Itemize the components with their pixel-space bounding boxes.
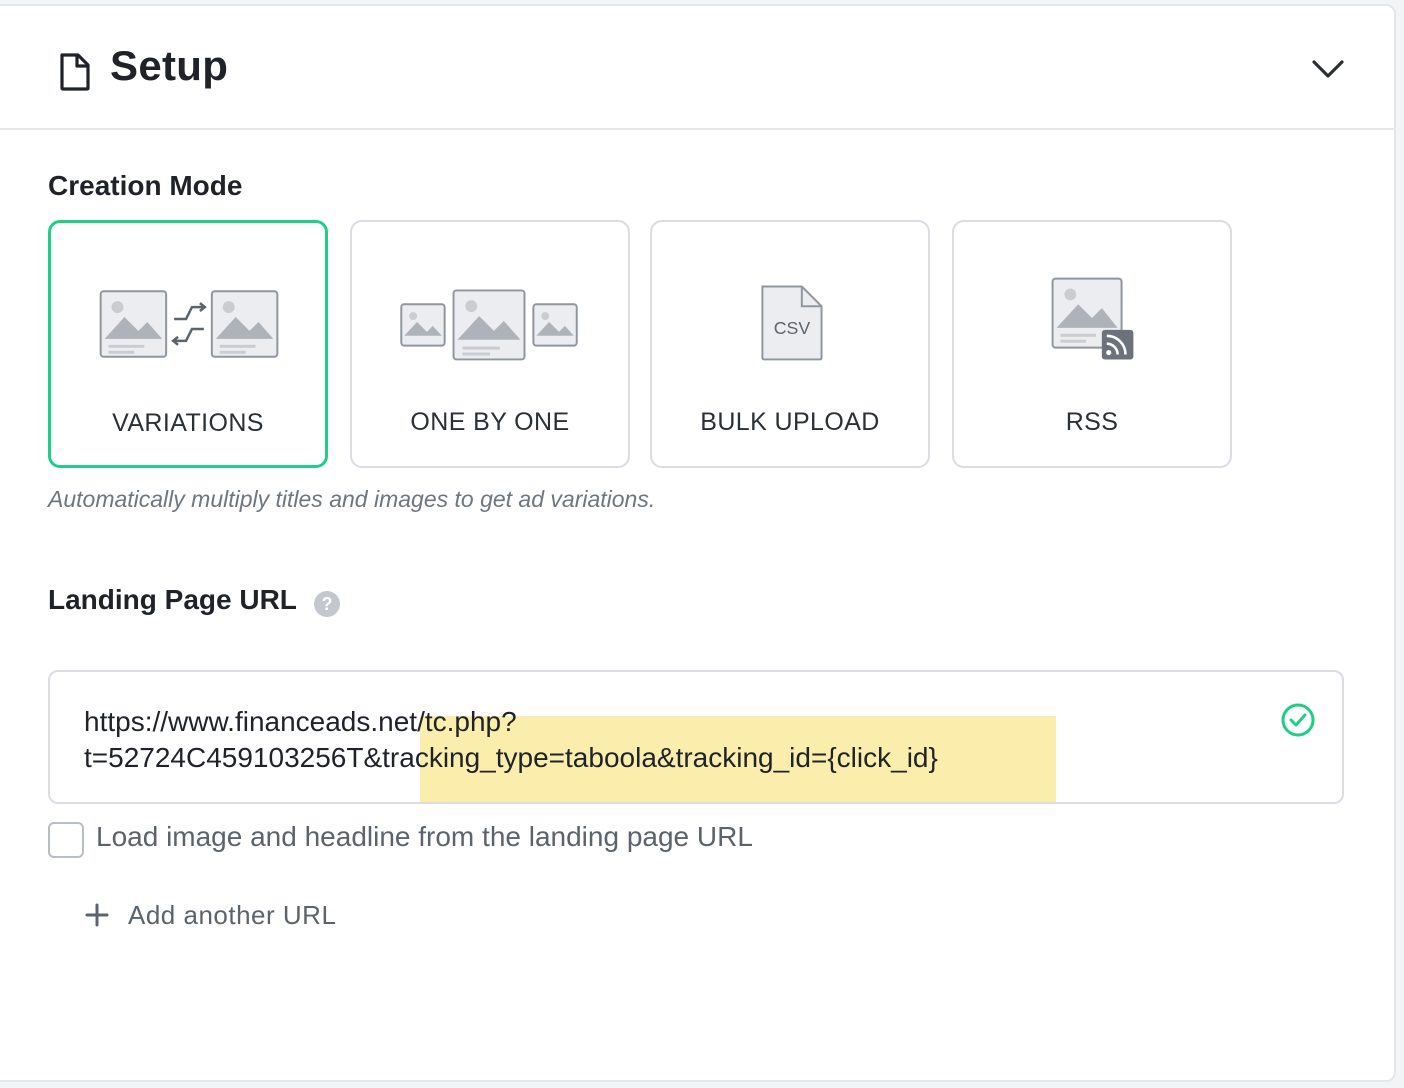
mode-card-bulk-upload[interactable]: CSV BULK UPLOAD — [650, 220, 930, 468]
check-circle-icon — [1281, 703, 1315, 737]
creation-mode-label: Creation Mode — [48, 170, 243, 201]
csv-icon-text: CSV — [774, 318, 811, 338]
section-title: Setup — [110, 42, 229, 89]
variations-icon — [99, 290, 279, 358]
load-from-url-checkbox[interactable] — [48, 822, 84, 858]
load-from-url-label[interactable]: Load image and headline from the landing… — [96, 821, 753, 853]
url-line-1: https://www.financeads.net/tc.php? — [84, 706, 517, 737]
rss-icon — [1051, 277, 1134, 360]
mode-label-rss: RSS — [1065, 408, 1119, 436]
mode-label-variations: VARIATIONS — [112, 409, 264, 437]
creation-mode-hint: Automatically multiply titles and images… — [48, 486, 656, 512]
setup-panel: Setup Creation Mode VARIATIONS ONE BY ON… — [0, 4, 1396, 1082]
question-icon[interactable]: ? — [314, 591, 340, 617]
plus-icon — [85, 903, 109, 927]
url-line-2: t=52724C459103256T&tracking_type=taboola… — [84, 742, 938, 773]
document-icon — [60, 53, 90, 91]
chevron-down-icon[interactable] — [1308, 54, 1348, 84]
mode-card-variations[interactable]: VARIATIONS — [48, 220, 328, 468]
add-another-url-label: Add another URL — [128, 900, 337, 930]
mode-label-bulk-upload: BULK UPLOAD — [700, 408, 880, 436]
landing-page-url-label: Landing Page URL — [48, 584, 297, 615]
mode-card-one-by-one[interactable]: ONE BY ONE — [350, 220, 630, 468]
mode-label-one-by-one: ONE BY ONE — [410, 408, 570, 436]
landing-page-url-input[interactable]: https://www.financeads.net/tc.php? t=527… — [48, 670, 1344, 804]
mode-card-rss[interactable]: RSS — [952, 220, 1232, 468]
one-by-one-icon — [400, 289, 578, 361]
setup-header[interactable]: Setup — [0, 6, 1394, 130]
csv-file-icon: CSV — [761, 285, 823, 361]
url-value: https://www.financeads.net/tc.php? t=527… — [84, 704, 938, 776]
